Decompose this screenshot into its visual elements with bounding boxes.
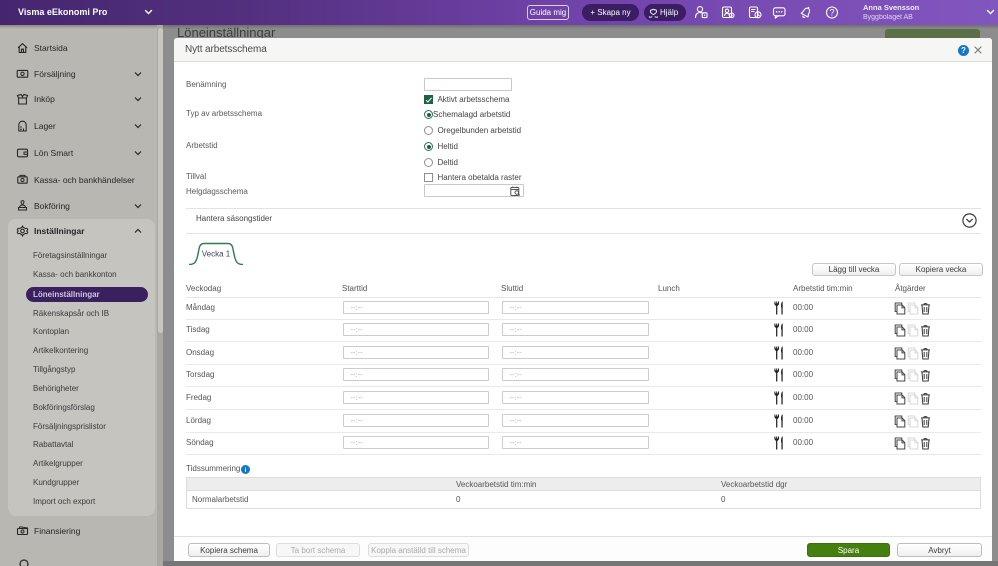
svg-text:Vecka 1: Vecka 1 — [202, 250, 231, 259]
svg-text:?: ? — [829, 8, 834, 18]
svg-text:i: i — [245, 467, 247, 474]
